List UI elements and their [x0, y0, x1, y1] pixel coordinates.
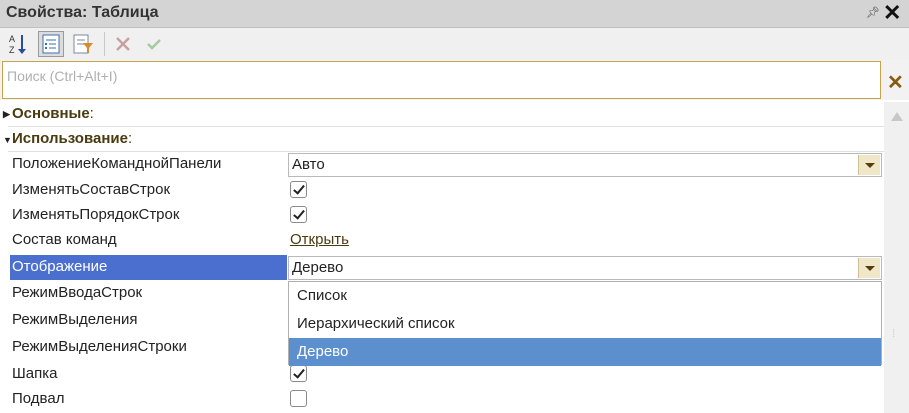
search-input[interactable]: Поиск (Ctrl+Alt+I) — [2, 61, 881, 99]
prop-row-footer[interactable]: Подвал — [0, 387, 884, 412]
prop-row-command-panel[interactable]: ПоложениеКоманднойПанели Авто — [0, 152, 884, 177]
prop-label: РежимВводаСтрок — [12, 284, 143, 301]
header-checkbox[interactable] — [290, 365, 307, 382]
prop-row-display[interactable]: Отображение Дерево — [0, 255, 884, 280]
cancel-icon[interactable] — [110, 31, 136, 57]
group-label: Основные: — [12, 105, 94, 122]
prop-label: ИзменятьСоставСтрок — [12, 181, 171, 198]
prop-label: ИзменятьПорядокСтрок — [12, 206, 180, 223]
toolbar: A Z — [0, 28, 909, 60]
prop-label: Шапка — [12, 365, 58, 382]
prop-label: РежимВыделения — [12, 311, 138, 328]
prop-row-commands[interactable]: Состав команд Открыть — [0, 228, 884, 253]
footer-checkbox[interactable] — [290, 390, 307, 407]
toolbar-separator — [104, 32, 105, 56]
dropdown-arrow-icon[interactable] — [858, 155, 880, 175]
sort-az-icon[interactable]: A Z — [6, 31, 32, 57]
window-title: Свойства: Таблица — [6, 4, 159, 21]
vertical-scrollbar[interactable]: ⁞ — [884, 102, 909, 413]
scroll-grip-icon[interactable]: ⁞ — [892, 328, 895, 340]
scroll-up-icon[interactable] — [891, 112, 903, 121]
open-commands-link[interactable]: Открыть — [290, 231, 349, 248]
dropdown-option-selected[interactable]: Дерево — [289, 338, 881, 366]
display-select[interactable]: Дерево — [288, 256, 882, 280]
edit-rows-checkbox[interactable] — [290, 181, 307, 198]
filter-icon[interactable] — [70, 31, 96, 57]
group-ispolzovanie[interactable]: ▼ Использование: — [0, 127, 884, 152]
prop-label: Состав команд — [12, 231, 117, 248]
selected-row-highlight: Отображение — [10, 255, 287, 280]
title-bar: Свойства: Таблица 📌︎ ✕ — [0, 0, 909, 28]
select-value: Авто — [292, 156, 325, 173]
group-label: Использование: — [12, 130, 133, 147]
pin-icon[interactable]: 📌︎ — [866, 6, 880, 19]
close-icon[interactable]: ✕ — [883, 1, 901, 25]
prop-row-edit-rows[interactable]: ИзменятьСоставСтрок — [0, 178, 884, 203]
prop-label: Отображение — [12, 258, 108, 275]
apply-icon[interactable] — [141, 31, 167, 57]
search-clear-icon[interactable]: ✕ — [887, 70, 904, 95]
prop-row-edit-order[interactable]: ИзменятьПорядокСтрок — [0, 203, 884, 228]
property-grid: ▶ Основные: ▼ Использование: ПоложениеКо… — [0, 102, 884, 413]
display-dropdown-list: Список Иерархический список Дерево — [288, 281, 882, 366]
select-value: Дерево — [292, 259, 344, 276]
dropdown-arrow-icon[interactable] — [858, 258, 880, 278]
dropdown-option[interactable]: Иерархический список — [289, 310, 881, 338]
dropdown-option[interactable]: Список — [289, 282, 881, 310]
search-placeholder: Поиск (Ctrl+Alt+I) — [7, 68, 118, 84]
prop-label: ПоложениеКоманднойПанели — [12, 155, 222, 172]
categories-icon[interactable] — [38, 31, 64, 57]
svg-text:A: A — [9, 34, 15, 44]
prop-label: Подвал — [12, 390, 65, 407]
svg-text:Z: Z — [9, 45, 15, 55]
group-osnovnye[interactable]: ▶ Основные: — [0, 102, 884, 127]
prop-label: РежимВыделенияСтроки — [12, 338, 187, 355]
expand-triangle-icon[interactable]: ▶ — [3, 109, 10, 120]
collapse-triangle-icon[interactable]: ▼ — [3, 135, 12, 145]
command-panel-select[interactable]: Авто — [288, 153, 882, 177]
edit-order-checkbox[interactable] — [290, 206, 307, 223]
search-row: Поиск (Ctrl+Alt+I) — [0, 60, 909, 100]
